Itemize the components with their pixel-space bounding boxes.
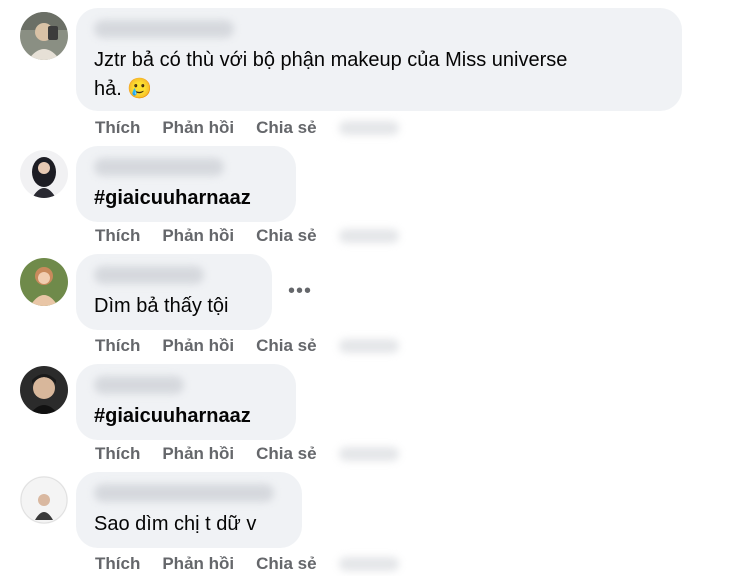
reply-button[interactable]: Phản hồi — [162, 444, 234, 464]
comment-actions: Thích Phản hồi Chia sẻ — [95, 116, 399, 140]
avatar[interactable] — [20, 366, 68, 414]
share-button[interactable]: Chia sẻ — [256, 118, 316, 138]
share-button[interactable]: Chia sẻ — [256, 336, 316, 356]
timestamp[interactable] — [338, 557, 399, 571]
author-name[interactable] — [94, 158, 224, 176]
author-name[interactable] — [94, 20, 234, 38]
like-button[interactable]: Thích — [95, 336, 140, 356]
avatar[interactable] — [20, 12, 68, 60]
timestamp[interactable] — [338, 121, 399, 135]
reply-button[interactable]: Phản hồi — [162, 118, 234, 138]
author-name[interactable] — [94, 266, 204, 284]
comment-text: Sao dìm chị t dữ v — [94, 513, 257, 535]
timestamp[interactable] — [338, 229, 399, 243]
share-button[interactable]: Chia sẻ — [256, 554, 316, 574]
comment-bubble: #giaicuuharnaaz — [76, 364, 296, 440]
avatar[interactable] — [20, 150, 68, 198]
reply-button[interactable]: Phản hồi — [162, 554, 234, 574]
comment-actions: Thích Phản hồi Chia sẻ — [95, 224, 399, 248]
author-name[interactable] — [94, 484, 274, 502]
like-button[interactable]: Thích — [95, 118, 140, 138]
comment-text: #giaicuuharnaaz — [94, 405, 251, 427]
reply-button[interactable]: Phản hồi — [162, 336, 234, 356]
like-button[interactable]: Thích — [95, 226, 140, 246]
comment-actions: Thích Phản hồi Chia sẻ — [95, 552, 399, 576]
avatar[interactable] — [20, 258, 68, 306]
like-button[interactable]: Thích — [95, 444, 140, 464]
more-options-icon[interactable]: ••• — [288, 280, 312, 303]
avatar[interactable] — [20, 476, 68, 524]
comment-text: #giaicuuharnaaz — [94, 187, 251, 209]
comment-bubble: Dìm bả thấy tội — [76, 254, 272, 330]
comment-actions: Thích Phản hồi Chia sẻ — [95, 334, 399, 358]
like-button[interactable]: Thích — [95, 554, 140, 574]
comment-bubble: Sao dìm chị t dữ v — [76, 472, 302, 548]
share-button[interactable]: Chia sẻ — [256, 226, 316, 246]
author-name[interactable] — [94, 376, 184, 394]
share-button[interactable]: Chia sẻ — [256, 444, 316, 464]
comment-text: Jztr bả có thù với bộ phận makeup của Mi… — [94, 49, 568, 100]
timestamp[interactable] — [338, 339, 399, 353]
comment-actions: Thích Phản hồi Chia sẻ — [95, 442, 399, 466]
timestamp[interactable] — [338, 447, 399, 461]
comment-text: Dìm bả thấy tội — [94, 295, 229, 317]
comment-bubble: Jztr bả có thù với bộ phận makeup của Mi… — [76, 8, 682, 111]
reply-button[interactable]: Phản hồi — [162, 226, 234, 246]
comment-bubble: #giaicuuharnaaz — [76, 146, 296, 222]
